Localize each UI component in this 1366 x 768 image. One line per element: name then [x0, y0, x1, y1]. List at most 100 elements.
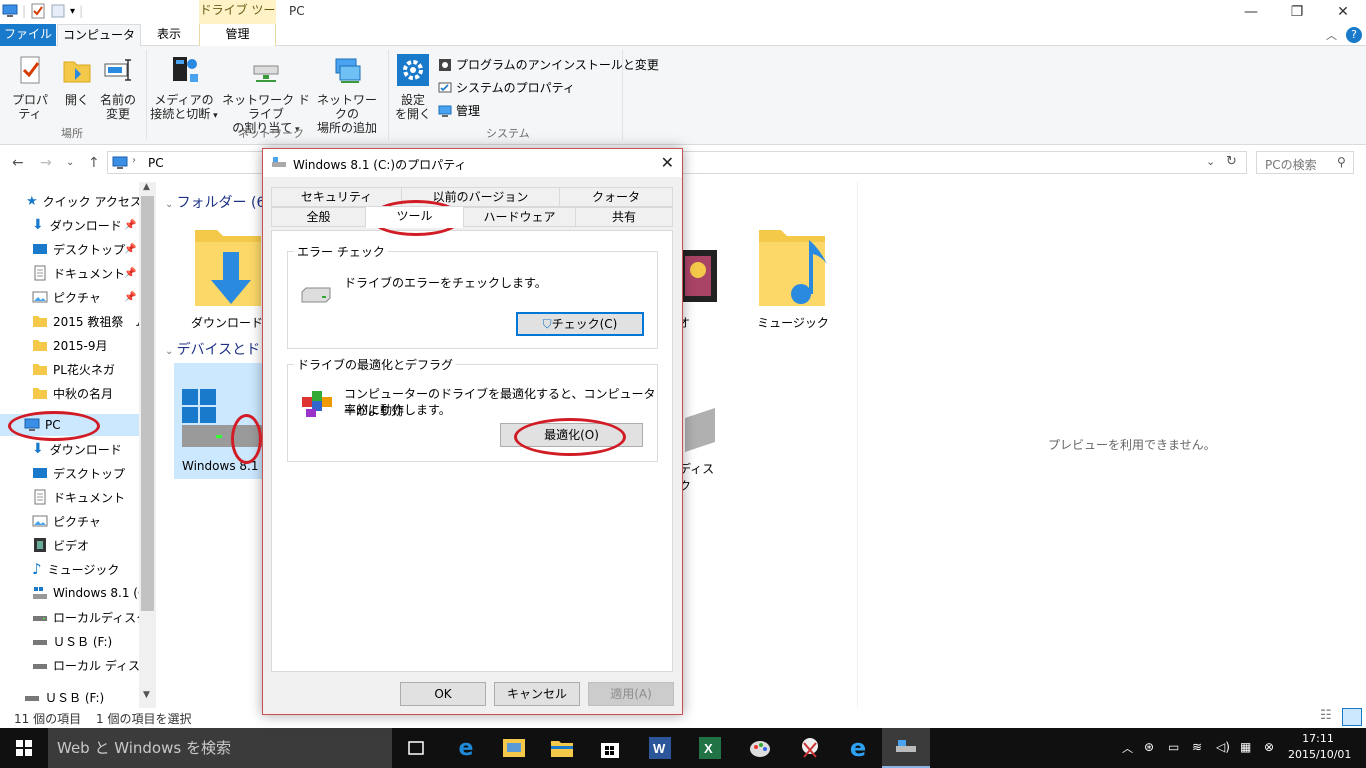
drive-c-tile[interactable]: Windows 8.1 (C: [174, 363, 262, 479]
pin-icon[interactable]: 📌: [124, 244, 136, 255]
forward-arrow-icon[interactable]: →: [40, 155, 52, 171]
tab-file[interactable]: ファイル: [0, 24, 56, 46]
local-disk-icon[interactable]: [685, 408, 719, 452]
scroll-up-icon[interactable]: ▲: [143, 182, 150, 192]
nav-pc-item[interactable]: ピクチャ: [32, 510, 101, 532]
dialog-close-icon[interactable]: ✕: [661, 153, 674, 172]
taskbar-file-explorer[interactable]: [538, 728, 586, 768]
nav-pc-item[interactable]: ドキュメント: [32, 486, 125, 508]
devices-header[interactable]: ⌄ デバイスとドラ: [165, 339, 274, 359]
close-button[interactable]: ✕: [1320, 0, 1366, 24]
video-folder-icon[interactable]: [679, 250, 717, 302]
taskbar-app[interactable]: [786, 728, 834, 768]
check-button[interactable]: ⛉チェック(C): [516, 312, 644, 336]
pin-icon[interactable]: 📌: [124, 268, 136, 279]
collapse-ribbon-icon[interactable]: ︿: [1326, 27, 1337, 43]
download-folder-icon[interactable]: [193, 226, 263, 310]
volume-icon[interactable]: ◁): [1216, 740, 1230, 754]
address-dropdown-icon[interactable]: ⌄: [1206, 155, 1215, 168]
tab-quota[interactable]: クォータ: [559, 187, 673, 207]
search-input[interactable]: PCの検索 ⚲: [1256, 151, 1354, 174]
taskbar-app[interactable]: [490, 728, 538, 768]
minimize-button[interactable]: —: [1228, 0, 1274, 24]
details-view-icon[interactable]: ☷: [1320, 708, 1332, 723]
search-icon[interactable]: ⚲: [1337, 155, 1346, 169]
nav-quick-item[interactable]: 2015-9月: [32, 334, 108, 356]
nav-pc-item[interactable]: ♪ ミュージック: [32, 558, 119, 580]
pin-icon[interactable]: 📌: [124, 292, 136, 303]
open-settings-button[interactable]: 設定 を開く: [394, 54, 432, 121]
nav-quick-item[interactable]: PL花火ネガ: [32, 358, 115, 380]
music-folder-icon[interactable]: [757, 226, 833, 310]
large-icons-view-icon[interactable]: [1342, 708, 1362, 726]
properties-check-icon[interactable]: [30, 3, 46, 19]
system-properties-button[interactable]: システムのプロパティ: [438, 79, 575, 96]
nav-pc-item[interactable]: ローカルディスク (D:: [32, 606, 139, 628]
start-button[interactable]: [0, 728, 48, 768]
properties-button[interactable]: プロパティ: [6, 54, 54, 121]
tab-computer[interactable]: コンピューター: [57, 24, 141, 63]
add-network-location-button[interactable]: ネットワークの 場所の追加: [314, 54, 380, 135]
back-arrow-icon[interactable]: ←: [12, 155, 24, 171]
wifi-icon[interactable]: ≋: [1192, 740, 1202, 754]
optimize-button[interactable]: 最適化(O): [500, 423, 643, 447]
nav-quick-item[interactable]: デスクトップ: [32, 238, 125, 260]
tab-general[interactable]: 全般: [271, 207, 366, 227]
task-view-button[interactable]: [392, 728, 440, 768]
taskbar-store[interactable]: [586, 728, 634, 768]
media-connect-button[interactable]: メディアの 接続と切断 ▾: [150, 54, 218, 123]
folders-header[interactable]: ⌄ フォルダー (6): [165, 192, 271, 212]
taskbar-search-box[interactable]: Web と Windows を検索: [48, 728, 392, 768]
nav-usb[interactable]: ＵＳＢ (F:): [24, 686, 104, 708]
nav-quick-item[interactable]: 中秋の名月: [32, 382, 113, 404]
nav-pc-item[interactable]: デスクトップ: [32, 462, 125, 484]
up-arrow-icon[interactable]: ↑: [88, 155, 100, 171]
ok-button[interactable]: OK: [400, 682, 486, 706]
nav-quick-item[interactable]: ⬇ ダウンロード: [32, 214, 122, 236]
help-icon[interactable]: ?: [1346, 27, 1362, 43]
manage-button[interactable]: 管理: [438, 102, 480, 119]
uninstall-programs-button[interactable]: プログラムのアンインストールと変更: [438, 56, 659, 73]
new-folder-icon[interactable]: [50, 3, 66, 19]
tab-previous-versions[interactable]: 以前のバージョン: [401, 187, 560, 207]
nav-quick-item[interactable]: 2015 教祖祭 ム: [32, 310, 139, 332]
network-sync-icon[interactable]: ⊛: [1144, 740, 1154, 754]
qat-dropdown-icon[interactable]: ▾: [70, 6, 75, 17]
show-hidden-icons-icon[interactable]: ︿: [1122, 740, 1133, 756]
taskbar-ie[interactable]: e: [834, 728, 882, 768]
nav-pc-item[interactable]: ⬇ ダウンロード: [32, 438, 122, 460]
taskbar-excel[interactable]: X: [686, 728, 734, 768]
tab-hardware[interactable]: ハードウェア: [463, 207, 576, 227]
refresh-icon[interactable]: ↻: [1226, 154, 1237, 169]
notification-icon[interactable]: ⊗: [1264, 740, 1274, 754]
taskbar-drive-properties[interactable]: [882, 728, 930, 768]
recent-locations-icon[interactable]: ⌄: [66, 157, 74, 168]
taskbar-clock[interactable]: 17:11 2015/10/01: [1288, 731, 1351, 763]
taskbar-word[interactable]: W: [636, 728, 684, 768]
ime-icon[interactable]: ▦: [1240, 740, 1251, 754]
nav-scrollbar[interactable]: ▲ ▼: [139, 182, 156, 708]
battery-icon[interactable]: ▭: [1168, 740, 1179, 754]
rename-button[interactable]: 名前の 変更: [98, 54, 138, 121]
tab-manage[interactable]: 管理: [199, 24, 276, 46]
scroll-down-icon[interactable]: ▼: [143, 690, 150, 700]
tab-sharing[interactable]: 共有: [575, 207, 673, 227]
breadcrumb-chevron-icon[interactable]: ›: [132, 155, 136, 166]
nav-quick-access[interactable]: ★ クイック アクセス: [26, 190, 142, 212]
nav-pc-item[interactable]: ローカル ディスク (G: [32, 654, 139, 676]
cancel-button[interactable]: キャンセル: [494, 682, 580, 706]
tab-tools[interactable]: ツール: [365, 206, 464, 228]
nav-pc-item[interactable]: ＵＳＢ (F:): [32, 630, 112, 652]
pin-icon[interactable]: 📌: [124, 220, 136, 231]
apply-button[interactable]: 適用(A): [588, 682, 674, 706]
nav-pc-item[interactable]: Windows 8.1 (C:: [32, 582, 139, 604]
nav-quick-item[interactable]: ドキュメント: [32, 262, 125, 284]
maximize-button[interactable]: ❐: [1274, 0, 1320, 24]
open-button[interactable]: 開く: [60, 54, 94, 107]
nav-quick-item[interactable]: ピクチャ: [32, 286, 101, 308]
scrollbar-thumb[interactable]: [141, 196, 154, 611]
taskbar-edge[interactable]: e: [442, 728, 490, 768]
tab-security[interactable]: セキュリティ: [271, 187, 402, 207]
taskbar-app[interactable]: [736, 728, 784, 768]
nav-pc-item[interactable]: ビデオ: [32, 534, 89, 556]
